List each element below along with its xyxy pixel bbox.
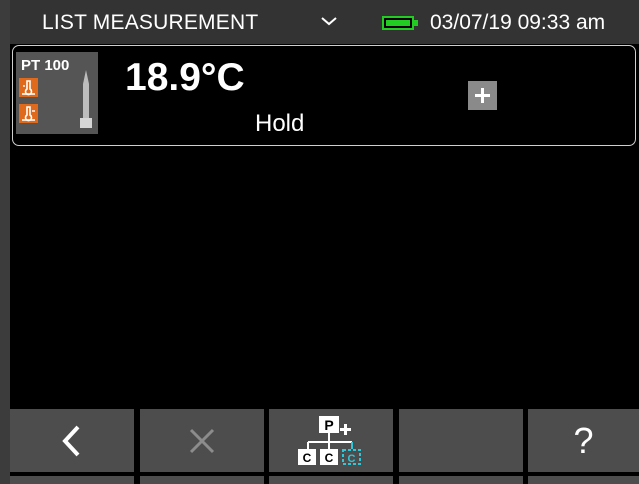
plus-icon [475,88,490,103]
svg-text:P: P [324,417,333,433]
back-button[interactable] [10,409,134,472]
help-label: ? [573,419,594,461]
back-button-strip [10,476,134,484]
help-button-strip [528,476,639,484]
hierarchy-button-strip [269,476,393,484]
sensor-tile[interactable]: PT 100 [16,52,98,134]
hold-status: Hold [255,110,305,137]
screen-title: LIST MEASUREMENT [42,11,259,34]
close-icon [189,428,215,453]
temperature-reading: 18.9°C [125,56,245,99]
clear-button-strip [140,476,264,484]
clear-button[interactable] [140,409,264,472]
probe-hierarchy-icon: P C C C [298,415,361,465]
measurement-channel-card[interactable]: PT 100 18.9°C Hold [12,45,636,146]
probe-hierarchy-button[interactable]: P C C C [269,409,393,472]
battery-icon [382,16,418,30]
date-time: 03/07/19 09:33 am [430,11,606,34]
probe-warning-icon [19,78,38,97]
help-button[interactable]: ? [528,409,639,472]
empty-softkey[interactable] [399,409,523,472]
svg-text:C: C [325,451,334,465]
svg-text:C: C [348,453,356,465]
chevron-down-icon[interactable] [319,14,339,28]
softkey-bar: P C C C ? [10,409,639,484]
left-frame [0,0,10,484]
chevron-left-icon [62,425,80,456]
probe-alarm-icon [19,104,38,123]
empty-softkey-strip [399,476,523,484]
add-channel-button[interactable] [468,81,497,110]
sensor-type-label: PT 100 [21,57,70,74]
temperature-probe-icon [80,70,92,128]
svg-text:C: C [303,451,312,465]
status-bar: LIST MEASUREMENT 03/07/19 09:33 am [10,0,639,44]
